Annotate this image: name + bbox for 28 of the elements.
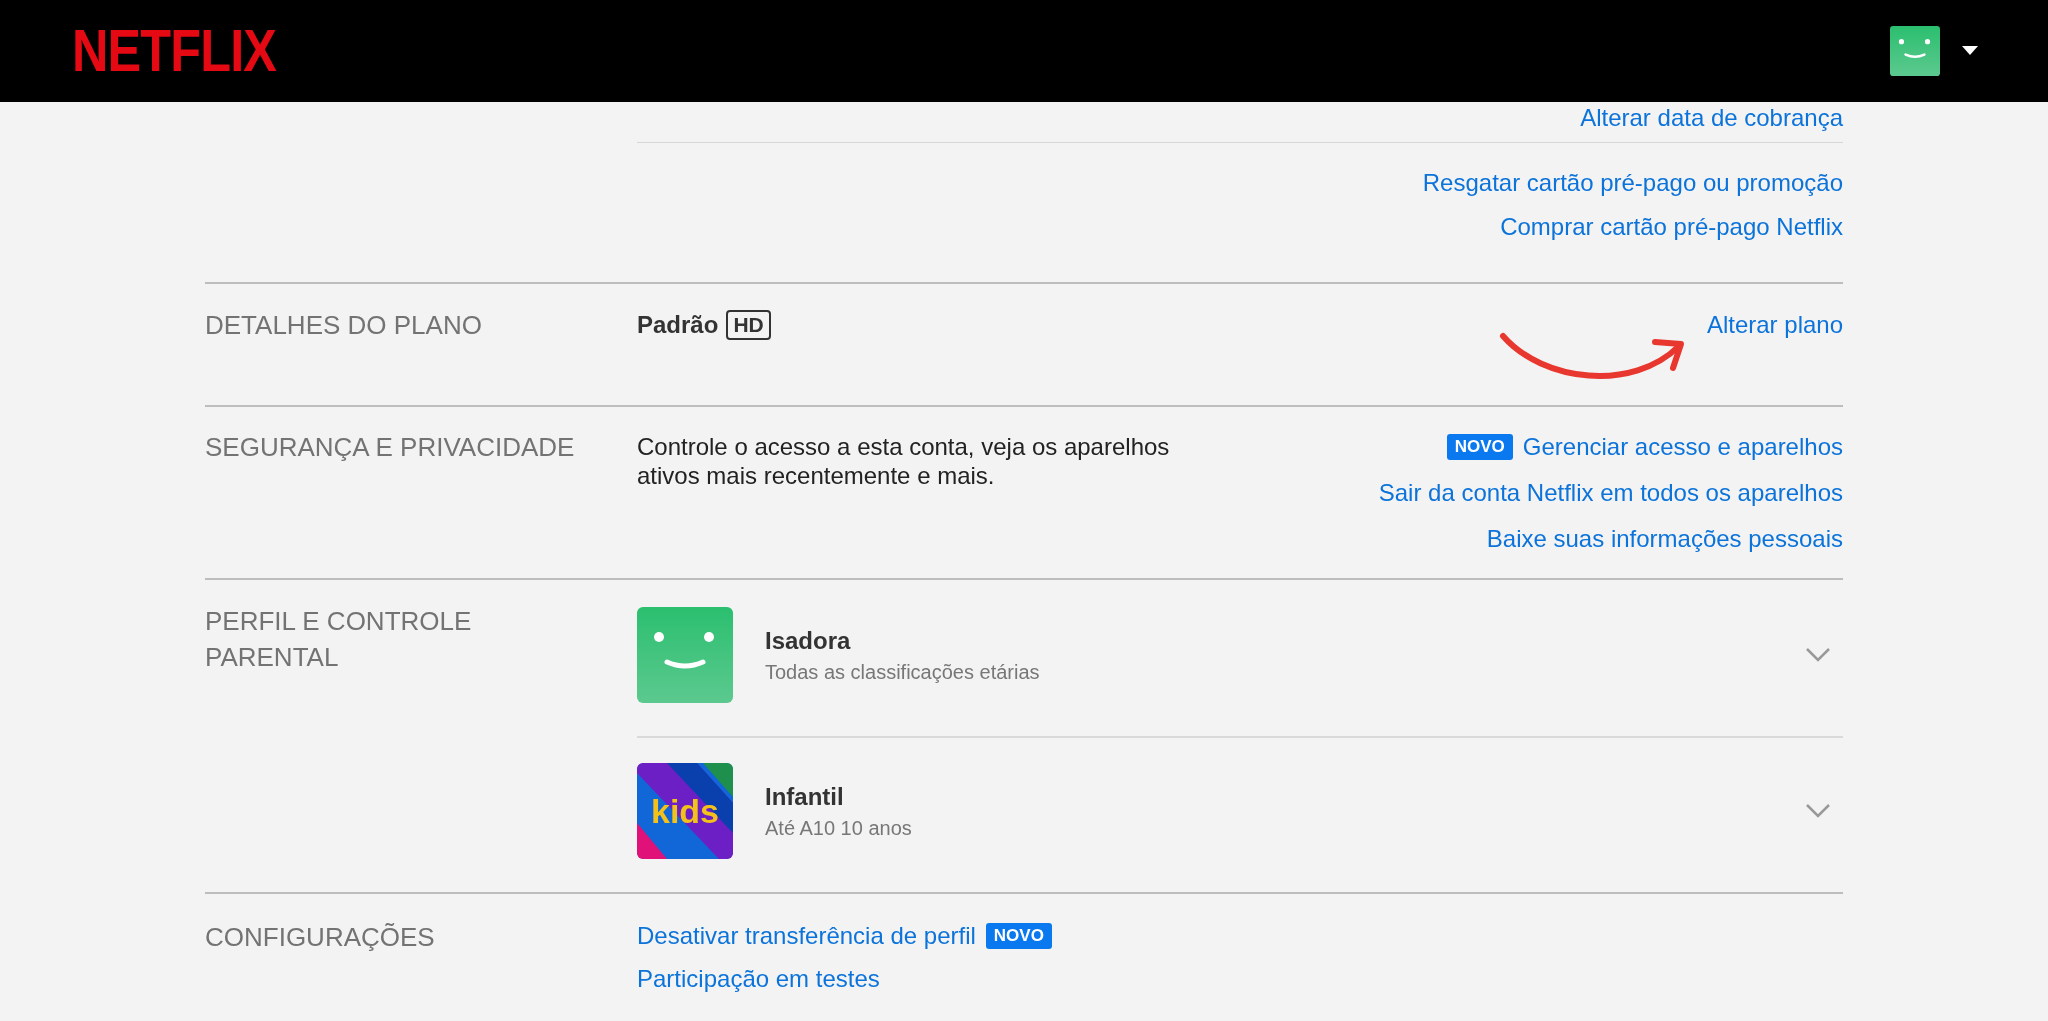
chevron-icon[interactable] [1805, 647, 1831, 663]
account-link[interactable]: Resgatar cartão pré-pago ou promoção [1422, 169, 1843, 197]
account-link[interactable]: Sair da conta Netflix em todos os aparelhos [1378, 479, 1843, 507]
account-link[interactable]: Participação em testes [637, 964, 880, 993]
quality-badge: HD [726, 310, 771, 340]
account-link[interactable]: Desativar transferência de perfil [637, 921, 976, 950]
plan-name: Padrão [637, 311, 719, 339]
kids-avatar: kids [637, 763, 733, 859]
account-link[interactable]: Gerenciar acesso e aparelhos [1522, 433, 1843, 461]
account-link[interactable]: Alterar data de cobrança [1580, 104, 1843, 132]
section-title: PERFIL E CONTROLE PARENTAL [205, 605, 473, 674]
new-badge: NOVO [985, 922, 1052, 949]
section-title: SEGURANÇA E PRIVACIDADE [205, 431, 576, 464]
section-title: DETALHES DO PLANO [205, 309, 483, 342]
new-badge: NOVO [1446, 434, 1513, 460]
section-title: CONFIGURAÇÕES [205, 921, 436, 954]
profile-avatar [1890, 26, 1940, 76]
account-link[interactable]: Baixe suas informações pessoais [1486, 525, 1843, 553]
account-link[interactable]: Alterar plano [1706, 311, 1843, 339]
profile-rating: Até A10 10 anos [765, 816, 912, 840]
profile-name: Isadora [765, 626, 852, 655]
caret-icon[interactable] [1962, 46, 1978, 56]
profile-name: Infantil [765, 782, 845, 811]
netflix-logo[interactable]: NETFLIX [72, 21, 277, 81]
chevron-icon[interactable] [1805, 803, 1831, 819]
account-link[interactable]: Comprar cartão pré-pago Netflix [1500, 213, 1843, 241]
section-description: Controle o acesso a esta conta, veja os aparelhos ativos mais recentemente e mais. [637, 432, 1171, 490]
profile-rating: Todas as classificações etárias [765, 660, 1040, 684]
